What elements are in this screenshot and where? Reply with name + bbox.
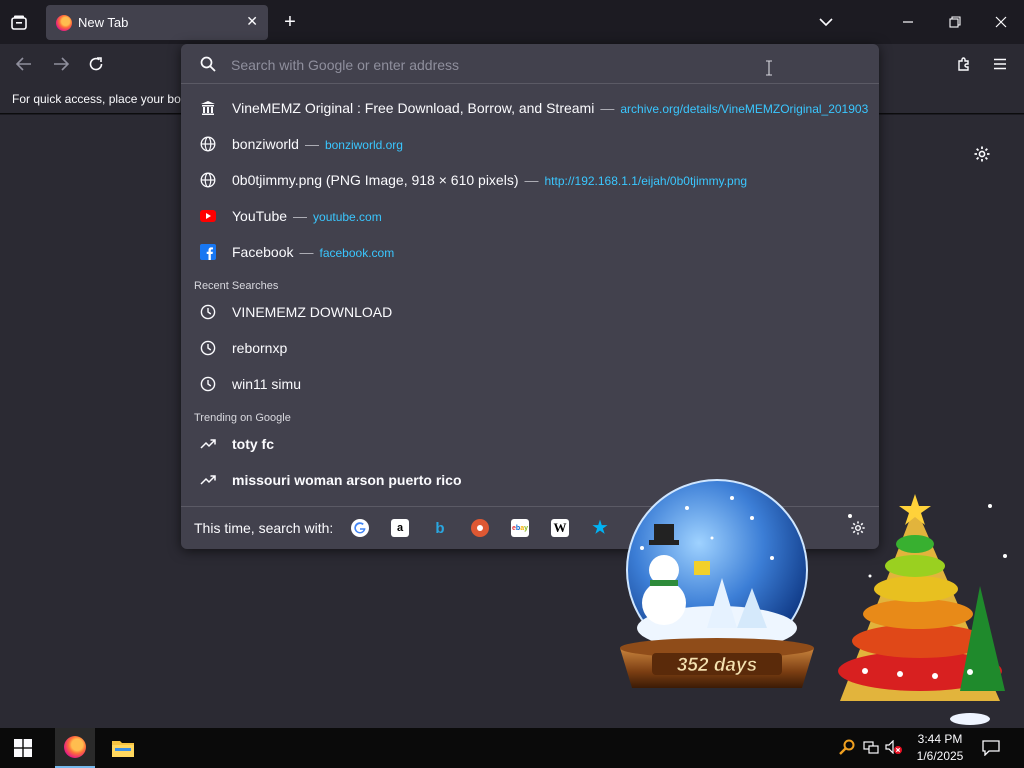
google-icon[interactable] xyxy=(351,519,369,537)
amazon-icon[interactable]: a xyxy=(391,519,409,537)
suggestion-title: VineMEMZ Original : Free Download, Borro… xyxy=(232,100,595,116)
separator-dash: — xyxy=(524,172,539,188)
recent-searches-heading: Recent Searches xyxy=(194,280,279,292)
firefox-view-icon xyxy=(11,15,27,30)
windows-taskbar: 3:44 PM 1/6/2025 xyxy=(0,728,1024,768)
ebay-icon[interactable]: ebay xyxy=(511,519,529,537)
list-all-tabs-button[interactable] xyxy=(816,12,836,32)
taskbar-file-explorer-button[interactable] xyxy=(103,728,143,768)
firefox-icon xyxy=(64,736,86,758)
duckduckgo-icon[interactable] xyxy=(471,519,489,537)
snow-globe-countdown-gadget: 352 days xyxy=(612,478,822,704)
tray-search-icon[interactable] xyxy=(838,738,856,756)
firefox-icon xyxy=(56,14,72,31)
urlbar-dropdown: VineMEMZ Original : Free Download, Borro… xyxy=(181,44,879,549)
suggestion-url: facebook.com xyxy=(319,246,395,260)
tab-title: New Tab xyxy=(78,15,129,30)
restore-icon xyxy=(949,16,961,28)
suggestion-title: Facebook xyxy=(232,244,294,260)
clock-time[interactable]: 3:44 PM xyxy=(910,732,970,746)
suggestion-url: bonziworld.org xyxy=(324,138,403,152)
suggestion-row[interactable]: bonziworld — bonziworld.org xyxy=(181,126,879,162)
action-center-button[interactable] xyxy=(980,738,1002,758)
recent-search-text: rebornxp xyxy=(232,340,288,356)
restore-button[interactable] xyxy=(945,12,965,32)
suggestion-row[interactable]: 0b0tjimmy.png (PNG Image, 918 × 610 pixe… xyxy=(181,162,879,198)
facebook-icon xyxy=(199,243,217,261)
globe-icon xyxy=(199,171,217,189)
chevron-down-icon xyxy=(819,18,833,27)
close-window-button[interactable] xyxy=(991,12,1011,32)
arrow-left-icon xyxy=(16,57,31,71)
recent-search-row[interactable]: win11 simu xyxy=(181,366,879,402)
network-icon[interactable] xyxy=(862,738,880,756)
suggestion-title: bonziworld xyxy=(232,136,299,152)
wikipedia-icon[interactable]: W xyxy=(551,519,569,537)
search-with-label: This time, search with: xyxy=(194,520,334,536)
urlbar-input-row xyxy=(181,44,879,84)
suggestion-title: YouTube xyxy=(232,208,288,224)
trending-row[interactable]: toty fc xyxy=(181,426,879,462)
suggestion-url: archive.org/details/VineMEMZOriginal_201… xyxy=(620,102,869,116)
page-settings-gear-icon[interactable] xyxy=(973,145,991,168)
recent-search-row[interactable]: rebornxp xyxy=(181,330,879,366)
firefox-view-button[interactable] xyxy=(8,12,30,34)
trending-arrow-icon xyxy=(199,471,217,489)
puzzle-piece-icon xyxy=(958,57,969,71)
tab-close-icon[interactable]: ✕ xyxy=(246,13,258,30)
windows-logo-icon xyxy=(14,739,32,757)
taskbar-firefox-button[interactable] xyxy=(55,728,95,768)
clock-date[interactable]: 1/6/2025 xyxy=(908,749,972,763)
history-clock-icon xyxy=(199,339,217,357)
globe-icon xyxy=(199,135,217,153)
minimize-button[interactable] xyxy=(898,12,918,32)
suggestion-row[interactable]: Facebook — facebook.com xyxy=(181,234,879,270)
archive-icon xyxy=(199,99,217,117)
trending-text: toty fc xyxy=(232,436,274,452)
volume-muted-icon[interactable] xyxy=(884,738,904,756)
trending-heading: Trending on Google xyxy=(194,412,291,424)
tab-new-tab[interactable]: New Tab ✕ xyxy=(46,5,268,40)
trending-arrow-icon xyxy=(199,435,217,453)
reload-icon xyxy=(89,57,103,71)
separator-dash: — xyxy=(293,208,308,224)
history-clock-icon xyxy=(199,303,217,321)
recent-search-text: win11 simu xyxy=(232,376,301,392)
suggestion-url: http://192.168.1.1/eijah/0b0tjimmy.png xyxy=(544,174,748,188)
bookmarks-star-icon[interactable]: ★ xyxy=(591,518,609,537)
bookmarks-empty-hint: For quick access, place your boo xyxy=(12,92,188,106)
minimize-icon xyxy=(903,21,913,23)
christmas-tree-gadget xyxy=(830,486,1024,726)
suggestion-row[interactable]: YouTube — youtube.com xyxy=(181,198,879,234)
suggestion-title: 0b0tjimmy.png (PNG Image, 918 × 610 pixe… xyxy=(232,172,519,188)
recent-search-row[interactable]: VINEMEMZ DOWNLOAD xyxy=(181,294,879,330)
separator-dash: — xyxy=(600,100,615,116)
extensions-button[interactable] xyxy=(954,54,974,74)
trending-text: missouri woman arson puerto rico xyxy=(232,472,462,488)
new-tab-button[interactable]: + xyxy=(280,11,300,33)
tab-bar: New Tab ✕ + xyxy=(0,0,1024,44)
urlbar-input[interactable] xyxy=(231,54,831,76)
close-icon xyxy=(995,16,1007,28)
hamburger-menu-icon xyxy=(994,58,1006,70)
bing-icon[interactable]: b xyxy=(431,519,449,537)
forward-button[interactable] xyxy=(51,54,71,74)
separator-dash: — xyxy=(299,244,314,260)
search-icon xyxy=(200,56,216,72)
youtube-icon xyxy=(199,207,217,225)
app-menu-button[interactable] xyxy=(990,54,1010,74)
recent-search-text: VINEMEMZ DOWNLOAD xyxy=(232,304,393,320)
start-button[interactable] xyxy=(13,738,33,758)
reload-button[interactable] xyxy=(86,54,106,74)
notification-icon xyxy=(982,740,1000,756)
suggestion-url: youtube.com xyxy=(313,210,382,224)
history-clock-icon xyxy=(199,375,217,393)
text-cursor-icon xyxy=(766,60,772,76)
days-counter: 352 days xyxy=(677,655,757,676)
back-button[interactable] xyxy=(14,54,34,74)
separator-dash: — xyxy=(304,136,319,152)
folder-icon xyxy=(112,741,134,757)
suggestion-row[interactable]: VineMEMZ Original : Free Download, Borro… xyxy=(181,90,879,126)
arrow-right-icon xyxy=(54,57,69,71)
